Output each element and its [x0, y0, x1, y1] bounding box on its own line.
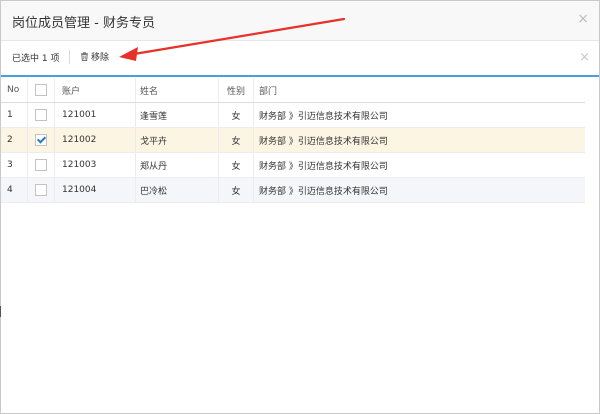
gender-cell: 女 [218, 102, 254, 128]
column-header-account: 账户 [54, 78, 136, 103]
row-number: 3 [1, 152, 28, 178]
column-header-name: 姓名 [135, 78, 219, 103]
member-management-dialog: 岗位成员管理 - 财务专员 × 已选中 1 项 移除 × No 账户 姓名 性别 [0, 0, 600, 414]
toolbar-divider [69, 50, 70, 64]
department-cell: 财务部 》引迈信息技术有限公司 [253, 177, 585, 203]
row-checkbox[interactable] [35, 109, 47, 121]
row-select-cell [27, 127, 55, 153]
column-header-no: No [1, 78, 28, 103]
select-all-checkbox[interactable] [35, 84, 47, 96]
account-cell: 121004 [54, 177, 136, 203]
dialog-title: 岗位成员管理 - 财务专员 [12, 16, 155, 31]
department-cell: 财务部 》引迈信息技术有限公司 [253, 152, 585, 178]
account-cell: 121003 [54, 152, 136, 178]
selected-count-label: 已选中 1 项 [12, 54, 60, 64]
department-cell: 财务部 》引迈信息技术有限公司 [253, 102, 585, 128]
dialog-titlebar: 岗位成员管理 - 财务专员 × [1, 1, 599, 41]
row-checkbox[interactable] [35, 184, 47, 196]
table-row[interactable]: 1 121001 逢雪莲 女 财务部 》引迈信息技术有限公司 [1, 102, 585, 128]
remove-button-label: 移除 [91, 53, 110, 63]
name-cell: 巴冷松 [135, 177, 219, 203]
column-header-department: 部门 [253, 78, 585, 103]
gender-cell: 女 [218, 127, 254, 153]
name-cell: 戈平卉 [135, 127, 219, 153]
row-checkbox[interactable] [35, 134, 47, 146]
table-header-row: No 账户 姓名 性别 部门 [1, 78, 585, 103]
account-cell: 121001 [54, 102, 136, 128]
member-table: No 账户 姓名 性别 部门 1 121001 逢雪莲 女 财务部 》引迈信息技… [1, 78, 585, 203]
toolbar-close-icon[interactable]: × [579, 50, 590, 65]
row-select-cell [27, 152, 55, 178]
trash-icon [80, 52, 89, 61]
department-cell: 财务部 》引迈信息技术有限公司 [253, 127, 585, 153]
row-checkbox[interactable] [35, 159, 47, 171]
column-header-gender: 性别 [218, 78, 254, 103]
remove-button[interactable]: 移除 [78, 49, 111, 67]
toolbar: 已选中 1 项 移除 × [1, 41, 599, 77]
row-select-cell [27, 177, 55, 203]
name-cell: 郑从丹 [135, 152, 219, 178]
gender-cell: 女 [218, 152, 254, 178]
row-number: 2 [1, 127, 28, 153]
row-number: 4 [1, 177, 28, 203]
name-cell: 逢雪莲 [135, 102, 219, 128]
table-row[interactable]: 2 121002 戈平卉 女 财务部 》引迈信息技术有限公司 [1, 127, 585, 153]
table-row[interactable]: 4 121004 巴冷松 女 财务部 》引迈信息技术有限公司 [1, 177, 585, 203]
table-row[interactable]: 3 121003 郑从丹 女 财务部 》引迈信息技术有限公司 [1, 152, 585, 178]
account-cell: 121002 [54, 127, 136, 153]
gender-cell: 女 [218, 177, 254, 203]
row-select-cell [27, 102, 55, 128]
column-header-select-all [27, 78, 55, 103]
row-number: 1 [1, 102, 28, 128]
dialog-close-icon[interactable]: × [577, 11, 589, 27]
window-edge-mark [0, 306, 1, 317]
